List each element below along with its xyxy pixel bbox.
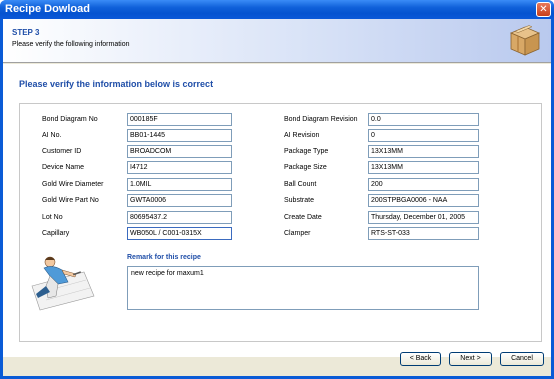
remark-label: Remark for this recipe [127, 254, 201, 261]
label-device-name: Device Name [42, 164, 85, 171]
ai-revision-field[interactable]: 0 [368, 129, 479, 142]
package-type-field[interactable]: 13X13MM [368, 145, 479, 158]
label-bond-diagram-revision: Bond Diagram Revision [284, 116, 358, 123]
gold-wire-diameter-field[interactable]: 1.0MIL [127, 178, 232, 191]
bond-diagram-no-field[interactable]: 000185F [127, 113, 232, 126]
close-button[interactable]: ✕ [536, 2, 551, 17]
label-ai-no: AI No. [42, 132, 62, 139]
package-size-field[interactable]: 13X13MM [368, 161, 479, 174]
window-title: Recipe Dowload [5, 3, 90, 15]
dialog-client: STEP 3 Please verify the following infor… [3, 19, 551, 376]
label-gold-wire-diameter: Gold Wire Diameter [42, 181, 104, 188]
worker-illustration [28, 252, 96, 312]
cancel-button[interactable]: Cancel [500, 352, 544, 366]
wizard-header: STEP 3 Please verify the following infor… [3, 19, 551, 63]
step-title: STEP 3 [12, 28, 40, 37]
next-button[interactable]: Next > [449, 352, 492, 366]
clamper-field[interactable]: RTS-ST-033 [368, 227, 479, 240]
label-ai-revision: AI Revision [284, 132, 320, 139]
customer-id-field[interactable]: BROADCOM [127, 145, 232, 158]
device-name-field[interactable]: I4712 [127, 161, 232, 174]
remark-textarea[interactable]: new recipe for maxum1 [127, 266, 479, 310]
title-bar[interactable]: Recipe Dowload ✕ [0, 0, 554, 19]
label-package-size: Package Size [284, 164, 327, 171]
label-capillary: Capillary [42, 230, 70, 237]
label-customer-id: Customer ID [42, 148, 82, 155]
label-create-date: Create Date [284, 214, 322, 221]
capillary-field[interactable]: WB050L / C001-0315X [127, 227, 232, 240]
label-substrate: Substrate [284, 197, 314, 204]
box-icon [509, 25, 541, 56]
wizard-body: Please verify the information below is c… [3, 64, 551, 356]
create-date-field[interactable]: Thursday, December 01, 2005 [368, 211, 479, 224]
info-panel: Bond Diagram No 000185F AI No. BB01-1445… [19, 103, 542, 342]
lot-no-field[interactable]: 80695437.2 [127, 211, 232, 224]
close-icon: ✕ [539, 4, 548, 15]
label-clamper: Clamper [284, 230, 311, 237]
label-gold-wire-part-no: Gold Wire Part No [42, 197, 99, 204]
ball-count-field[interactable]: 200 [368, 178, 479, 191]
gold-wire-part-no-field[interactable]: GWTA0006 [127, 194, 232, 207]
page-title: Please verify the information below is c… [19, 79, 214, 89]
step-subtitle: Please verify the following information [12, 41, 130, 48]
label-package-type: Package Type [284, 148, 329, 155]
ai-no-field[interactable]: BB01-1445 [127, 129, 232, 142]
label-bond-diagram-no: Bond Diagram No [42, 116, 98, 123]
label-lot-no: Lot No [42, 214, 63, 221]
back-button[interactable]: < Back [400, 352, 441, 366]
label-ball-count: Ball Count [284, 181, 317, 188]
bond-diagram-revision-field[interactable]: 0.0 [368, 113, 479, 126]
window-frame: Recipe Dowload ✕ STEP 3 Please verify th… [0, 0, 554, 379]
substrate-field[interactable]: 200STPBGA0006 - NAA [368, 194, 479, 207]
